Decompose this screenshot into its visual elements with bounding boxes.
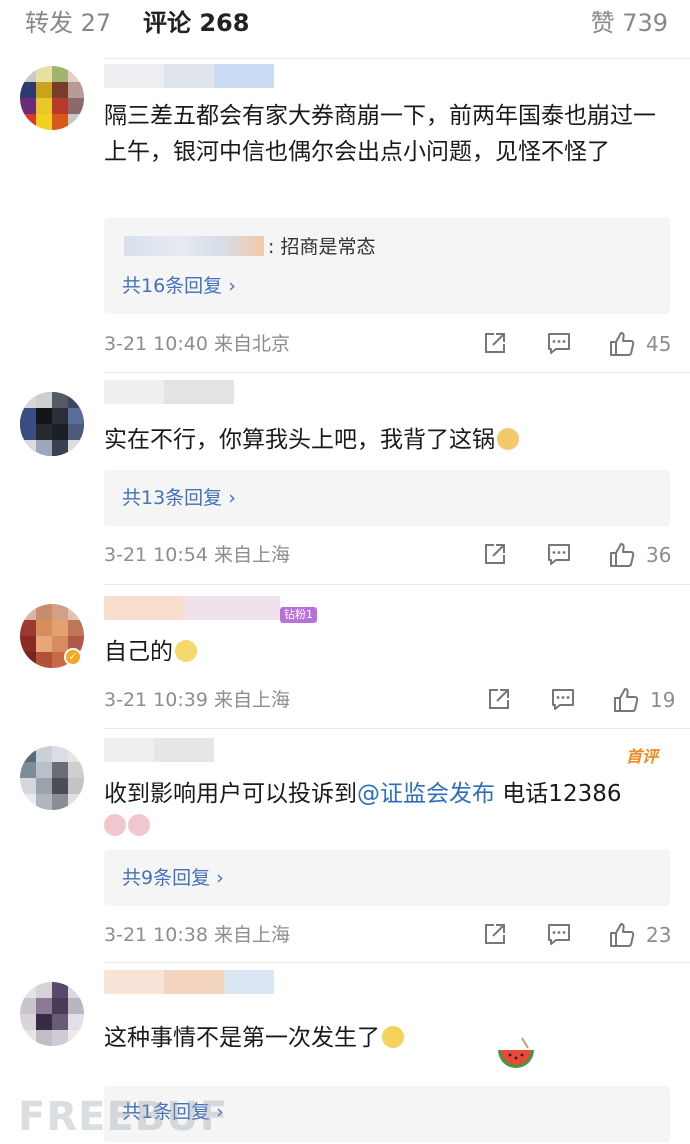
divider — [104, 728, 690, 729]
tab-comments[interactable]: 评论 268 — [143, 8, 249, 38]
comment-icon — [548, 544, 570, 565]
comment-meta: 3-21 10:40 来自北京 — [104, 332, 290, 356]
username-redacted[interactable] — [104, 64, 274, 88]
comment-location: 来自上海 — [213, 544, 290, 566]
comment-text-body: 实在不行，你算我头上吧，我背了这锅 — [104, 427, 495, 453]
divider — [104, 58, 690, 59]
comment-text: 这种事情不是第一次发生了 — [104, 1020, 672, 1056]
username-redacted[interactable] — [104, 970, 274, 994]
share-button[interactable] — [482, 921, 510, 949]
comment-time: 3-21 10:40 — [104, 333, 208, 355]
avatar[interactable] — [20, 66, 84, 130]
comment-meta: 3-21 10:39 来自上海 — [104, 688, 290, 712]
reply-quote: : 招商是常态 — [124, 236, 375, 258]
reply-count-label: 共16条回复 — [122, 275, 223, 297]
comment-button[interactable] — [546, 541, 574, 569]
chevron-right-icon: › — [216, 867, 224, 889]
like-button[interactable]: 19 — [612, 686, 678, 714]
divider — [104, 962, 690, 963]
like-count: 36 — [646, 543, 672, 567]
comment-text: 实在不行，你算我头上吧，我背了这锅 — [104, 422, 672, 458]
comment-button[interactable] — [550, 686, 578, 714]
comment-text-after: 电话12386 — [495, 781, 622, 807]
divider — [104, 372, 690, 373]
comment-text: 自己的 — [104, 634, 672, 670]
doge-emoji-icon — [497, 428, 519, 450]
avatar[interactable] — [20, 392, 84, 456]
comment-icon — [552, 689, 574, 710]
comment-text: 收到影响用户可以投诉到@证监会发布 电话12386 — [104, 776, 672, 812]
share-button[interactable] — [486, 686, 514, 714]
reply-count-link[interactable]: 共9条回复 › — [122, 866, 224, 890]
comment-text-body: 自己的 — [104, 639, 173, 665]
reply-preview[interactable]: 共9条回复 › — [104, 850, 670, 906]
comment-time: 3-21 10:38 — [104, 924, 208, 946]
crying-laughing-emoji-icon — [382, 1026, 404, 1048]
divider — [104, 584, 690, 585]
comment-location: 来自北京 — [213, 333, 290, 355]
tab-likes[interactable]: 赞 739 — [591, 8, 668, 38]
verified-badge-icon: ✓ — [64, 648, 82, 666]
share-icon — [485, 544, 505, 564]
watermark-logo: FREEBUF — [18, 1094, 229, 1140]
comment-text-before: 收到影响用户可以投诉到 — [104, 781, 357, 807]
tab-repost[interactable]: 转发 27 — [25, 8, 111, 38]
emoji-row — [104, 814, 150, 838]
reply-count-link[interactable]: 共16条回复 › — [122, 274, 236, 298]
comment-text-body: 这种事情不是第一次发生了 — [104, 1025, 380, 1051]
comment-icon — [548, 924, 570, 945]
reply-author-redacted[interactable] — [124, 236, 264, 256]
avatar[interactable] — [20, 746, 84, 810]
mention-link[interactable]: @证监会发布 — [357, 781, 495, 807]
rabbit-emoji-icon — [128, 814, 150, 836]
reply-quote-text: : 招商是常态 — [268, 236, 376, 258]
username-redacted[interactable] — [104, 738, 214, 762]
reply-preview[interactable]: 共13条回复 › — [104, 470, 670, 526]
reply-count-label: 共9条回复 — [122, 867, 211, 889]
comment-location: 来自上海 — [213, 689, 290, 711]
reply-count-link[interactable]: 共13条回复 › — [122, 486, 236, 510]
like-count: 23 — [646, 923, 672, 947]
face-emoji-icon — [175, 640, 197, 662]
comment-time: 3-21 10:39 — [104, 689, 208, 711]
like-count: 19 — [650, 688, 676, 712]
thumbs-up-icon — [610, 543, 635, 567]
avatar[interactable] — [20, 982, 84, 1046]
comment-time: 3-21 10:54 — [104, 544, 208, 566]
reply-count-label: 共13条回复 — [122, 487, 223, 509]
share-icon — [485, 333, 505, 353]
chevron-right-icon: › — [228, 275, 236, 297]
comment-meta: 3-21 10:38 来自上海 — [104, 923, 290, 947]
first-comment-tag: 首评 — [626, 747, 659, 766]
like-button[interactable]: 45 — [608, 330, 678, 358]
thumbs-up-icon — [610, 923, 635, 947]
like-button[interactable]: 23 — [608, 921, 678, 949]
comment-button[interactable] — [546, 921, 574, 949]
share-button[interactable] — [482, 541, 510, 569]
like-button[interactable]: 36 — [608, 541, 678, 569]
chevron-right-icon: › — [228, 487, 236, 509]
share-icon — [489, 689, 509, 709]
comment-icon — [548, 333, 570, 354]
thumbs-up-icon — [614, 688, 639, 712]
comment-text: 隔三差五都会有家大券商崩一下，前两年国泰也崩过一上午，银河中信也偶尔会出点小问题… — [104, 103, 656, 165]
watermelon-sticker-icon — [498, 1037, 534, 1068]
like-count: 45 — [646, 332, 672, 356]
thumbs-up-icon — [610, 332, 635, 356]
comment-location: 来自上海 — [213, 924, 290, 946]
rabbit-emoji-icon — [104, 814, 126, 836]
fan-level-badge: 钻粉1 — [280, 607, 317, 623]
comment-tabs: 转发 27 评论 268 赞 739 — [0, 0, 690, 50]
comment-button[interactable] — [546, 330, 574, 358]
reply-preview[interactable]: : 招商是常态 共16条回复 › — [104, 218, 670, 314]
share-icon — [485, 924, 505, 944]
comment-meta: 3-21 10:54 来自上海 — [104, 543, 290, 567]
username-redacted[interactable] — [104, 380, 234, 404]
username-redacted[interactable] — [104, 596, 280, 620]
share-button[interactable] — [482, 330, 510, 358]
